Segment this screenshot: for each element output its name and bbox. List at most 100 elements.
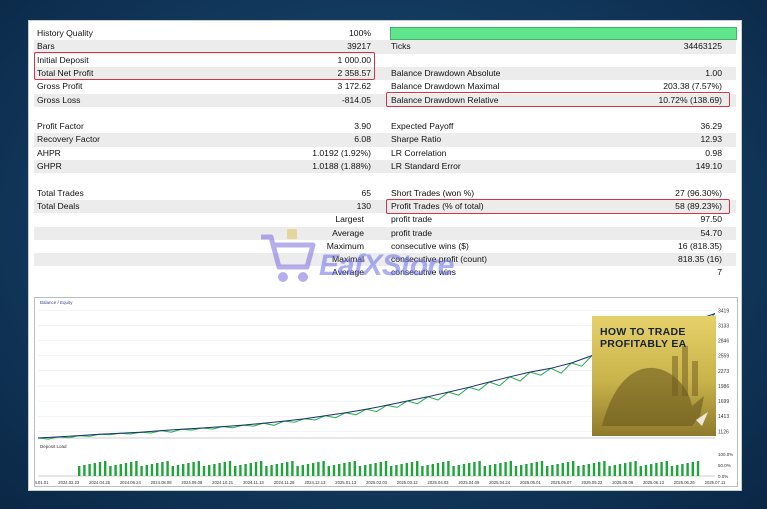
load-bar <box>483 466 486 476</box>
load-bar <box>353 461 356 476</box>
load-bar <box>608 466 611 476</box>
load-bar <box>629 462 632 476</box>
load-bar <box>665 461 668 476</box>
load-bar <box>114 465 117 476</box>
load-bar <box>598 462 601 476</box>
stats-row <box>34 107 736 120</box>
load-bar <box>306 464 310 476</box>
cart-icon <box>261 229 316 282</box>
stat-value: 149.10 <box>695 161 722 171</box>
load-bar <box>88 464 91 476</box>
load-bar <box>223 462 226 476</box>
load-bar <box>104 461 107 476</box>
x-tick-label: 2024.11.28 <box>274 480 295 485</box>
stat-value: 3 172.62 <box>337 81 371 92</box>
balance-equity-chart: Balance / Equity 3419 3133 2846 2559 2273 198… <box>34 297 738 487</box>
load-bar <box>265 466 268 476</box>
stat-value: 1.0192 (1.92%) <box>312 147 371 158</box>
deposit-load-label: Deposit Load <box>40 444 67 449</box>
load-bar <box>197 461 200 476</box>
load-bar <box>218 463 221 476</box>
load-bar <box>592 463 596 476</box>
load-bar <box>686 463 689 476</box>
stat-value: -814.05 <box>341 94 371 105</box>
x-tick-label: 2024.12.13 <box>304 480 326 485</box>
load-bar <box>130 462 133 476</box>
load-bar <box>535 462 538 476</box>
load-bar <box>556 464 559 476</box>
load-bar <box>473 462 476 476</box>
load-bar <box>670 466 674 476</box>
stats-row: Profit Factor 3.90 Expected Payoff 36.29 <box>34 120 736 133</box>
load-bar <box>301 465 304 476</box>
load-bar <box>244 464 247 476</box>
y-tick-label: 3133 <box>718 323 729 329</box>
load-bar <box>468 463 471 476</box>
load-bar <box>681 464 684 476</box>
stat-value: 65 <box>361 187 371 198</box>
backtest-report-panel: Average consecutive wins 7 Maximal consecuti… <box>28 20 742 491</box>
stat-label: Gross Loss <box>37 94 81 105</box>
load-bar <box>332 465 336 476</box>
load-bar <box>478 461 481 476</box>
x-tick-label: 2025.01.13 <box>335 480 357 485</box>
x-tick-label: 2025.07.11 <box>705 480 726 485</box>
load-bar <box>83 465 86 476</box>
load-bar <box>624 463 627 476</box>
stat-label: Total Deals <box>37 200 80 211</box>
x-tick-label: 2024.11.13 <box>243 480 264 485</box>
load-bar <box>374 463 377 476</box>
x-tick-label: 2025.02.03 <box>366 480 388 485</box>
load-bar <box>514 466 518 476</box>
x-tick-label: 2025.04.03 <box>428 480 450 485</box>
stat-label: Expected Payoff <box>391 121 454 132</box>
load-bar <box>202 466 206 476</box>
stat-label: GHPR <box>37 161 62 171</box>
x-tick-label: 2024.10.21 <box>212 480 234 485</box>
load-bar <box>239 465 242 476</box>
load-bar <box>644 465 648 476</box>
stat-value: 1.00 <box>705 67 722 78</box>
stat-label: profit trade <box>391 214 433 225</box>
load-bar <box>338 464 341 476</box>
stat-value: 16 (818.35) <box>678 240 722 251</box>
stats-row <box>34 173 736 186</box>
stat-label: History Quality <box>37 28 93 38</box>
x-tick-label: 2024.09.08 <box>181 480 203 485</box>
load-bar <box>124 463 128 476</box>
stat-label: Largest <box>335 214 364 225</box>
x-tick-label: 2025.03.12 <box>397 480 419 485</box>
x-tick-label: 2025.04.24 <box>489 480 511 485</box>
load-bar <box>582 465 585 476</box>
load-bar <box>192 462 195 476</box>
x-tick-label: 2025.05.01 <box>520 480 542 485</box>
stat-value: 130 <box>356 200 371 211</box>
stat-label: Recovery Factor <box>37 134 101 145</box>
y-tick-label: 1413 <box>718 414 729 420</box>
stats-row: Largest profit trade 97.50 <box>34 213 736 226</box>
load-bar <box>436 463 440 476</box>
load-bar <box>488 465 492 476</box>
load-bar <box>291 461 294 476</box>
load-bar <box>369 464 372 476</box>
load-bar <box>156 463 159 476</box>
load-bar <box>395 465 398 476</box>
load-bar <box>613 465 616 476</box>
stat-value: 36.29 <box>700 121 722 132</box>
load-bar <box>343 463 346 476</box>
stats-row: Total Trades 65 Short Trades (won %) 27 (96… <box>34 187 736 200</box>
x-tick-label: 2025.06.26 <box>674 480 696 485</box>
load-bar <box>634 461 637 476</box>
stats-row: GHPR 1.0188 (1.88%) LR Standard Error 149.1… <box>34 160 736 174</box>
load-bar <box>431 464 434 476</box>
load-bar <box>208 465 211 476</box>
load-bar <box>119 464 122 476</box>
load-bar <box>166 461 169 476</box>
load-bar <box>442 462 445 476</box>
load-bar <box>98 462 102 476</box>
load-bar <box>228 461 232 476</box>
load-bar <box>379 462 382 476</box>
load-bar <box>312 463 315 476</box>
load-tick-label: 0.0% <box>718 474 728 479</box>
load-bar <box>78 466 81 476</box>
